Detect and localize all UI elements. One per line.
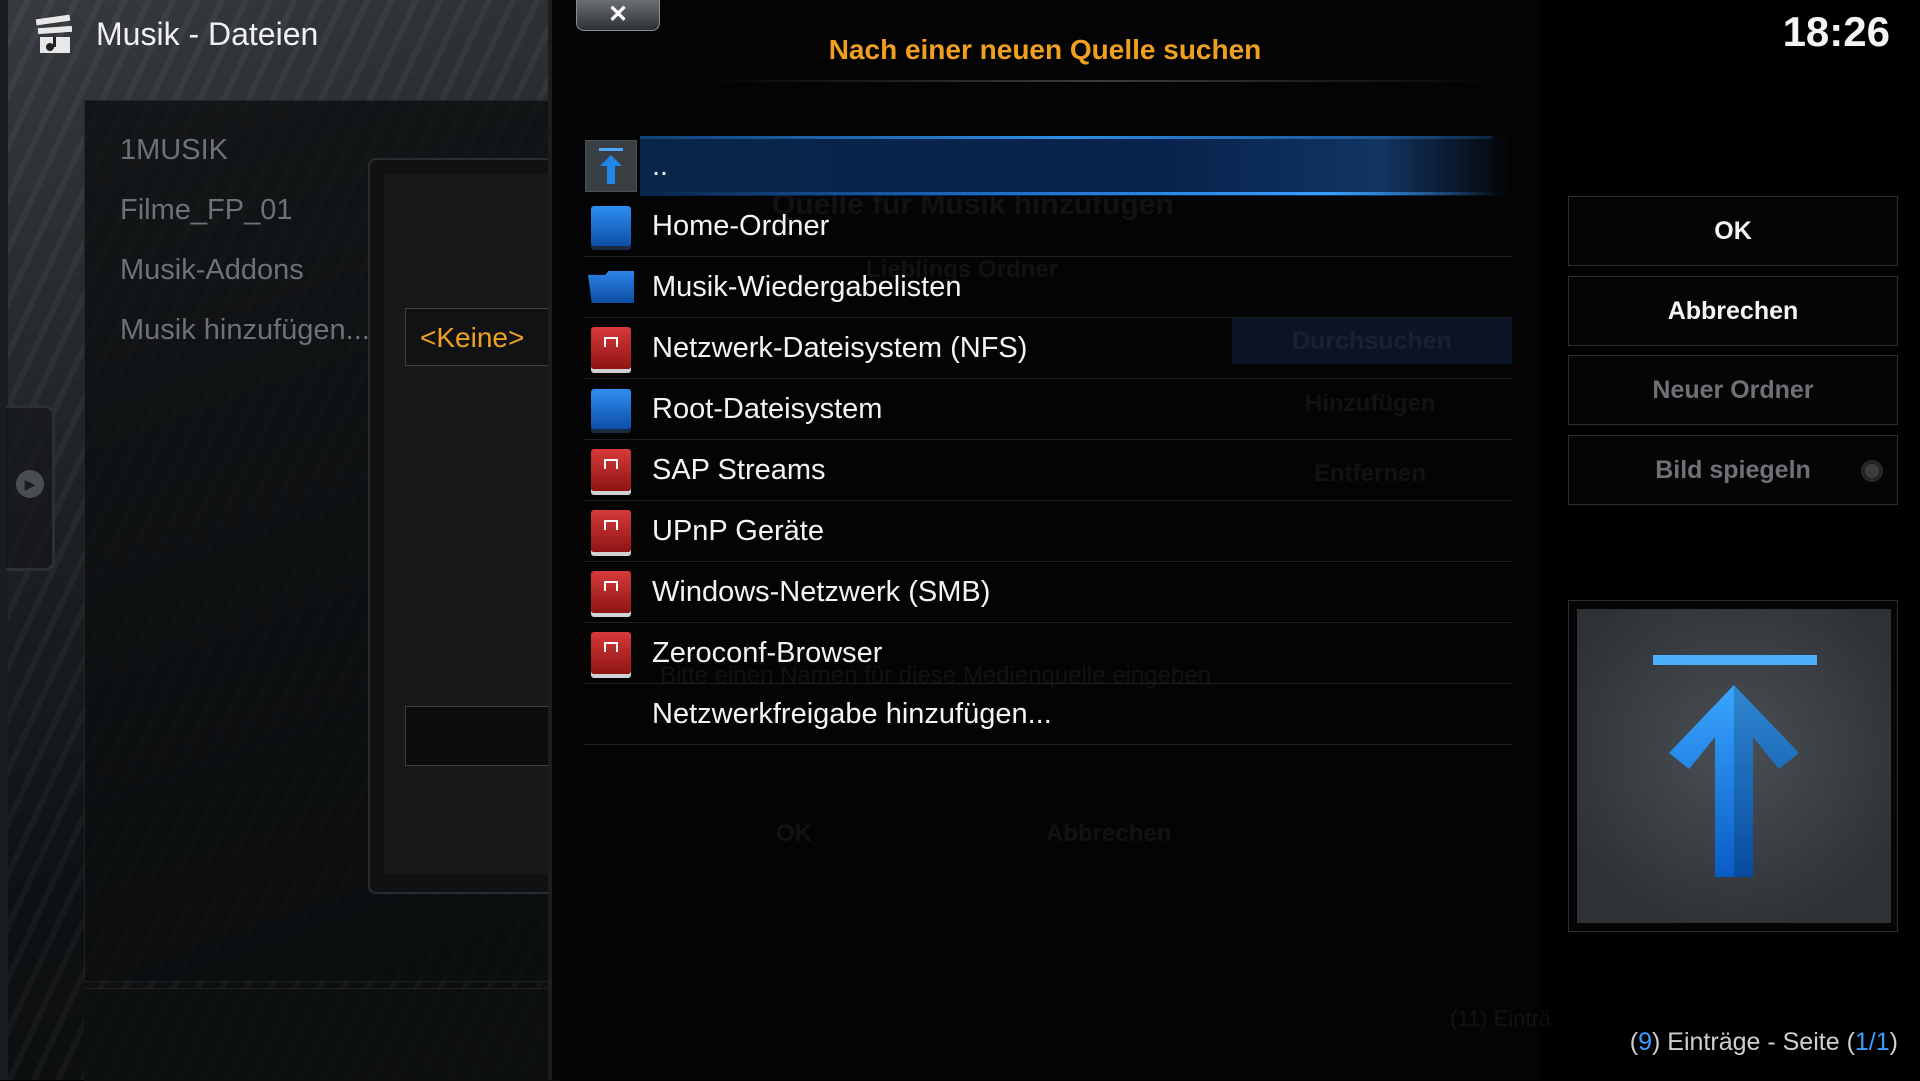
left-footer-bar <box>84 988 560 1081</box>
network-drive-icon <box>584 565 638 619</box>
list-item-parent[interactable]: .. <box>584 136 1512 196</box>
mirror-image-toggle[interactable]: Bild spiegeln <box>1568 435 1898 505</box>
page-number: 1/1 <box>1854 1028 1890 1056</box>
preview-background <box>1577 609 1891 923</box>
drive-icon <box>584 382 638 436</box>
network-drive-icon <box>584 321 638 375</box>
page-info-text: Einträge - Seite <box>1667 1028 1840 1056</box>
source-item[interactable]: 1MUSIK <box>120 128 370 188</box>
source-item[interactable]: Musik hinzufügen... <box>120 308 370 368</box>
list-item-label: .. <box>652 149 669 182</box>
side-menu-arrow-icon[interactable]: ▶ <box>16 470 44 498</box>
list-item-label: Zeroconf-Browser <box>652 636 883 669</box>
title-divider <box>700 80 1500 82</box>
item-count: 9 <box>1638 1028 1653 1056</box>
selection-highlight <box>640 192 1500 195</box>
ghost-items-hint: (11) Einträ <box>1450 1006 1552 1031</box>
list-item-add-network-share[interactable]: Netzwerkfreigabe hinzufügen... <box>584 684 1512 745</box>
list-item-smb[interactable]: Windows-Netzwerk (SMB) <box>584 562 1512 623</box>
list-item-label: Netzwerk-Dateisystem (NFS) <box>652 331 1028 364</box>
app-header: Musik - Dateien <box>32 6 318 62</box>
list-item-label: Windows-Netzwerk (SMB) <box>652 575 991 608</box>
list-item-home-folder[interactable]: Home-Ordner <box>584 196 1512 257</box>
app-title: Musik - Dateien <box>96 15 319 52</box>
list-item-root-filesystem[interactable]: Root-Dateisystem <box>584 379 1512 440</box>
page-info: (9) Einträge - Seite (1/1) <box>1629 1028 1898 1056</box>
ghost-cancel-button: Abbrechen <box>1046 820 1172 847</box>
item-preview <box>1568 600 1898 932</box>
source-name-field[interactable] <box>405 706 561 766</box>
dialog-edge <box>548 0 552 1080</box>
list-item-label: Home-Ordner <box>652 209 830 242</box>
folder-up-large-icon <box>1653 655 1817 877</box>
close-button[interactable]: ✕ <box>576 0 660 31</box>
list-item-zeroconf[interactable]: Zeroconf-Browser <box>584 623 1512 684</box>
list-item-label: Netzwerkfreigabe hinzufügen... <box>652 697 1052 730</box>
network-drive-icon <box>584 504 638 558</box>
new-folder-button[interactable]: Neuer Ordner <box>1568 355 1898 425</box>
list-item-music-playlists[interactable]: Musik-Wiedergabelisten <box>584 257 1512 318</box>
cancel-button[interactable]: Abbrechen <box>1568 276 1898 346</box>
mirror-image-label: Bild spiegeln <box>1655 456 1811 484</box>
folder-icon <box>584 260 638 314</box>
list-item-label: UPnP Geräte <box>652 514 824 547</box>
ghost-ok-button: OK <box>776 820 812 847</box>
source-list: 1MUSIK Filme_FP_01 Musik-Addons Musik hi… <box>120 128 370 368</box>
add-source-dialog-body <box>384 174 560 874</box>
music-files-icon <box>35 14 73 53</box>
drive-icon <box>584 199 638 253</box>
blank-icon <box>584 687 638 741</box>
list-item-label: Root-Dateisystem <box>652 392 883 425</box>
folder-up-icon <box>584 139 638 193</box>
source-path-field[interactable]: <Keine> <box>405 308 560 366</box>
clock: 18:26 <box>1782 8 1890 55</box>
list-item-nfs[interactable]: Netzwerk-Dateisystem (NFS) <box>584 318 1512 379</box>
list-item-upnp[interactable]: UPnP Geräte <box>584 501 1512 562</box>
ok-button[interactable]: OK <box>1568 196 1898 266</box>
list-item-label: SAP Streams <box>652 453 826 486</box>
list-item-sap-streams[interactable]: SAP Streams <box>584 440 1512 501</box>
network-drive-icon <box>584 443 638 497</box>
list-item-label: Musik-Wiedergabelisten <box>652 270 962 303</box>
network-drive-icon <box>584 626 638 680</box>
file-list: .. Home-Ordner Musik-Wiedergabelisten Ne… <box>584 136 1512 745</box>
source-item[interactable]: Filme_FP_01 <box>120 188 370 248</box>
source-item[interactable]: Musik-Addons <box>120 248 370 308</box>
dialog-title: Nach einer neuen Quelle suchen <box>828 34 1262 65</box>
radio-toggle-icon <box>1861 460 1883 482</box>
